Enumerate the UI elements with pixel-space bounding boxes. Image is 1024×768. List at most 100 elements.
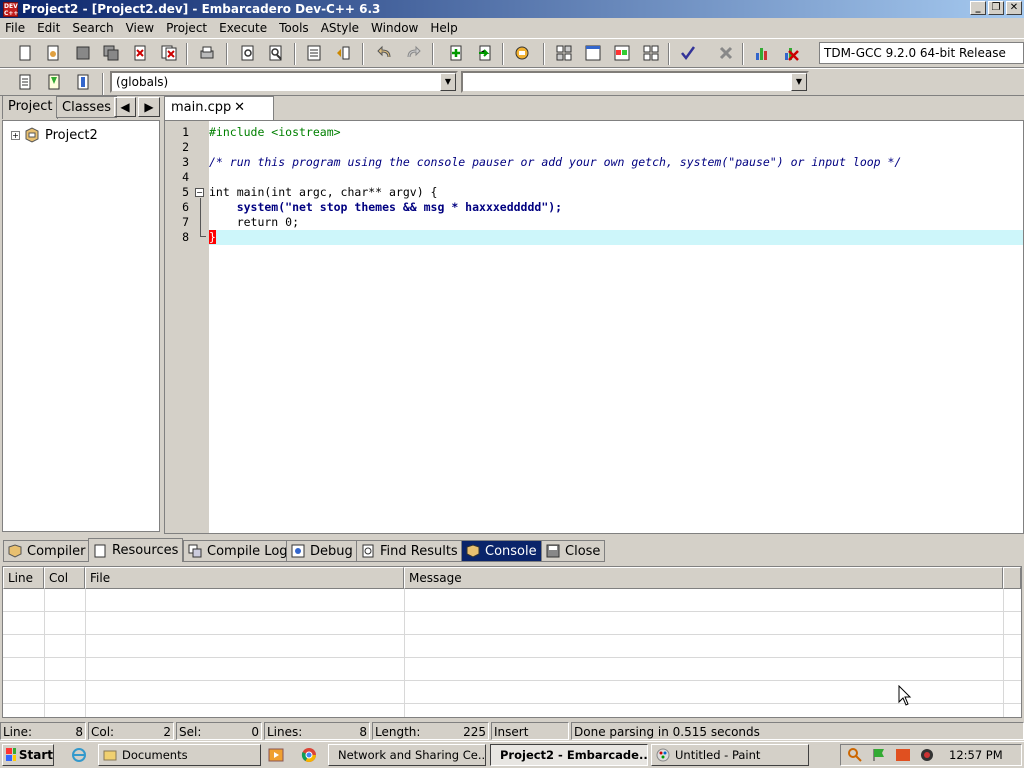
compile-icon[interactable] xyxy=(553,42,575,64)
menu-window[interactable]: Window xyxy=(366,21,425,35)
taskbar-devcpp[interactable]: Project2 - Embarcade... xyxy=(490,744,648,766)
close-all-icon[interactable] xyxy=(158,42,180,64)
tab-console[interactable]: Console xyxy=(461,540,542,562)
syntax-check-icon[interactable] xyxy=(677,42,699,64)
minimize-button[interactable]: _ xyxy=(970,1,986,15)
tab-project[interactable]: Project xyxy=(2,95,59,119)
search-tray-icon[interactable] xyxy=(847,747,863,763)
volume-icon[interactable] xyxy=(919,747,935,763)
taskbar-label: Project2 - Embarcade... xyxy=(500,748,648,762)
menu-search[interactable]: Search xyxy=(67,21,120,35)
table-row xyxy=(3,635,1021,658)
matched-brace: } xyxy=(209,230,216,244)
taskbar-label: Documents xyxy=(122,748,188,762)
action-center-flag-icon[interactable] xyxy=(871,747,887,763)
code-line-8: } xyxy=(209,230,1023,245)
compiler-select[interactable]: TDM-GCC 9.2.0 64-bit Release xyxy=(819,42,1024,64)
goto-bookmark-icon[interactable] xyxy=(72,71,94,93)
chrome-icon[interactable] xyxy=(298,744,320,766)
tree-item-project2[interactable]: + Project2 xyxy=(11,127,98,143)
menu-file[interactable]: File xyxy=(0,21,32,35)
start-button[interactable]: Start xyxy=(2,744,54,766)
menu-execute[interactable]: Execute xyxy=(214,21,274,35)
status-length-value: 225 xyxy=(463,725,486,739)
scope-combo[interactable]: (globals) ▼ xyxy=(110,71,458,93)
column-header-line[interactable]: Line xyxy=(3,567,44,589)
delete-profile-icon[interactable] xyxy=(780,42,802,64)
column-header-message[interactable]: Message xyxy=(404,567,1003,589)
expand-icon[interactable]: + xyxy=(11,130,20,140)
unindent-icon[interactable] xyxy=(332,42,354,64)
taskbar-documents[interactable]: Documents xyxy=(98,744,261,766)
toggle-bookmark-icon[interactable] xyxy=(43,71,65,93)
profile-icon[interactable] xyxy=(751,42,773,64)
find-results-icon xyxy=(361,544,375,558)
member-combo[interactable]: ▼ xyxy=(461,71,809,93)
stop-execution-icon[interactable] xyxy=(715,42,737,64)
tab-label: Find Results xyxy=(380,543,458,559)
add-to-project-icon[interactable] xyxy=(474,42,496,64)
menu-astyle[interactable]: AStyle xyxy=(316,21,366,35)
media-player-icon[interactable] xyxy=(265,744,287,766)
paint-icon xyxy=(656,748,670,762)
close-window-button[interactable]: ✕ xyxy=(1006,1,1022,15)
chevron-down-icon[interactable]: ▼ xyxy=(791,73,807,91)
open-file-icon[interactable] xyxy=(42,42,64,64)
editor-tabs: main.cpp ✕ xyxy=(164,96,1024,120)
tab-debug[interactable]: Debug xyxy=(286,540,358,562)
replace-icon[interactable] xyxy=(265,42,287,64)
save-icon[interactable] xyxy=(72,42,94,64)
main-toolbar: TDM-GCC 9.2.0 64-bit Release xyxy=(0,38,1024,68)
save-all-icon[interactable] xyxy=(100,42,122,64)
menu-edit[interactable]: Edit xyxy=(32,21,67,35)
code-area[interactable]: #include <iostream> /* run this program … xyxy=(209,121,1023,533)
tab-compile-log[interactable]: Compile Log xyxy=(183,540,293,562)
debug-icon xyxy=(291,544,305,558)
indent-icon[interactable] xyxy=(303,42,325,64)
status-sel: Sel: 0 xyxy=(176,722,262,740)
tray-app-icon[interactable] xyxy=(895,747,911,763)
taskbar-paint[interactable]: Untitled - Paint xyxy=(651,744,809,766)
tab-close[interactable]: Close xyxy=(541,540,606,562)
mouse-cursor-icon xyxy=(898,685,912,706)
tab-find-results[interactable]: Find Results xyxy=(356,540,463,562)
tab-scroll-right-button[interactable]: ▶ xyxy=(138,97,160,117)
find-icon[interactable] xyxy=(237,42,259,64)
status-length: Length: 225 xyxy=(372,722,489,740)
internet-explorer-icon[interactable] xyxy=(68,744,90,766)
tab-resources[interactable]: Resources xyxy=(88,538,184,562)
chevron-down-icon[interactable]: ▼ xyxy=(440,73,456,91)
status-line-label: Line: xyxy=(3,725,33,739)
taskbar-network-sharing[interactable]: Network and Sharing Ce... xyxy=(328,744,486,766)
status-col-value: 2 xyxy=(163,725,171,739)
undo-icon[interactable] xyxy=(374,42,396,64)
tab-scroll-left-button[interactable]: ◀ xyxy=(114,97,136,117)
menu-project[interactable]: Project xyxy=(161,21,214,35)
close-file-icon[interactable] xyxy=(129,42,151,64)
new-project-icon[interactable] xyxy=(445,42,467,64)
new-file-icon[interactable] xyxy=(14,42,36,64)
tab-compiler[interactable]: Compiler xyxy=(3,540,91,562)
project-options-icon[interactable] xyxy=(511,42,533,64)
tab-classes[interactable]: Classes xyxy=(56,96,117,118)
column-header-file[interactable]: File xyxy=(85,567,404,589)
menu-tools[interactable]: Tools xyxy=(274,21,316,35)
insert-icon[interactable] xyxy=(14,71,36,93)
taskbar: Start Documents Network and Sharing Ce..… xyxy=(0,741,1024,768)
print-icon[interactable] xyxy=(196,42,218,64)
fold-collapse-icon[interactable]: − xyxy=(195,188,204,197)
menu-help[interactable]: Help xyxy=(425,21,464,35)
restore-button[interactable]: ❐ xyxy=(988,1,1004,15)
code-editor[interactable]: 1 2 3 4 5 6 7 8 − #include <iostream> /*… xyxy=(164,120,1024,534)
tab-main-cpp[interactable]: main.cpp ✕ xyxy=(164,96,274,120)
rebuild-all-icon[interactable] xyxy=(640,42,662,64)
devcpp-app-icon: DEV C++ xyxy=(3,1,19,17)
menu-view[interactable]: View xyxy=(121,21,161,35)
redo-icon[interactable] xyxy=(402,42,424,64)
clock[interactable]: 12:57 PM xyxy=(949,748,1003,762)
run-icon[interactable] xyxy=(582,42,604,64)
compile-run-icon[interactable] xyxy=(611,42,633,64)
close-tab-icon[interactable]: ✕ xyxy=(234,100,245,115)
column-header-col[interactable]: Col xyxy=(44,567,85,589)
